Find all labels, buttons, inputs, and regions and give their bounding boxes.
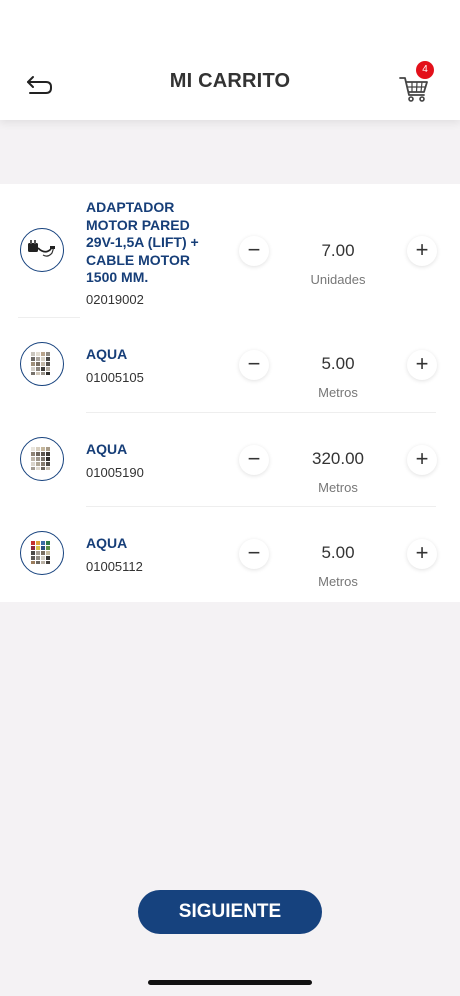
cart-list: ADAPTADOR MOTOR PARED 29V-1,5A (LIFT) + … [0, 184, 460, 602]
fabric-swatch-image [31, 541, 50, 564]
decrease-quantity-button[interactable]: − [239, 350, 269, 380]
product-thumbnail [20, 228, 64, 272]
next-button[interactable]: SIGUIENTE [138, 890, 322, 934]
cart-item: AQUA 01005112 − 5.00 Metros + [0, 507, 460, 602]
product-code: 01005190 [86, 464, 144, 480]
app-header: MI CARRITO 4 [0, 0, 460, 120]
product-thumbnail [20, 342, 64, 386]
minus-icon: − [247, 237, 261, 262]
quantity-unit: Unidades [310, 272, 366, 287]
decrease-quantity-button[interactable]: − [239, 444, 269, 475]
minus-icon: − [247, 351, 261, 376]
decrease-quantity-button[interactable]: − [239, 236, 269, 266]
cart-item: ADAPTADOR MOTOR PARED 29V-1,5A (LIFT) + … [0, 184, 460, 318]
quantity-value: 5.00 [321, 354, 355, 373]
minus-icon: − [247, 540, 261, 565]
cart-item: AQUA 01005190 − 320.00 Metros + [0, 413, 460, 507]
plus-icon: + [415, 445, 429, 471]
fabric-swatch-image [31, 446, 50, 470]
increase-quantity-button[interactable]: + [407, 350, 437, 380]
product-code: 01005112 [86, 559, 143, 574]
home-indicator [148, 980, 312, 985]
page-title: MI CARRITO [169, 70, 291, 92]
quantity-unit: Metros [318, 385, 358, 400]
product-code: 01005105 [86, 370, 144, 385]
decrease-quantity-button[interactable]: − [239, 539, 269, 569]
increase-quantity-button[interactable]: + [407, 539, 437, 569]
quantity-unit: Metros [318, 574, 358, 589]
cart-item: AQUA 01005105 − 5.00 Metros + [0, 318, 460, 413]
adapter-image [28, 240, 55, 257]
product-thumbnail [20, 436, 64, 481]
quantity-value: 5.00 [321, 543, 355, 562]
product-name: ADAPTADOR MOTOR PARED 29V-1,5A (LIFT) + … [86, 199, 199, 285]
plus-icon: + [415, 237, 429, 262]
product-name: AQUA [86, 535, 128, 551]
plus-icon: + [415, 540, 429, 565]
quantity-unit: Metros [318, 479, 358, 495]
plus-icon: + [415, 351, 429, 376]
product-name: AQUA [86, 346, 128, 362]
product-code: 02019002 [86, 292, 144, 307]
product-thumbnail [20, 531, 64, 575]
quantity-value: 7.00 [321, 241, 355, 260]
increase-quantity-button[interactable]: + [407, 444, 437, 475]
increase-quantity-button[interactable]: + [407, 236, 437, 266]
product-name: AQUA [86, 440, 128, 457]
quantity-value: 320.00 [312, 448, 364, 468]
cart-count-badge: 4 [416, 61, 434, 79]
fabric-swatch-image [31, 352, 50, 375]
minus-icon: − [247, 445, 261, 471]
